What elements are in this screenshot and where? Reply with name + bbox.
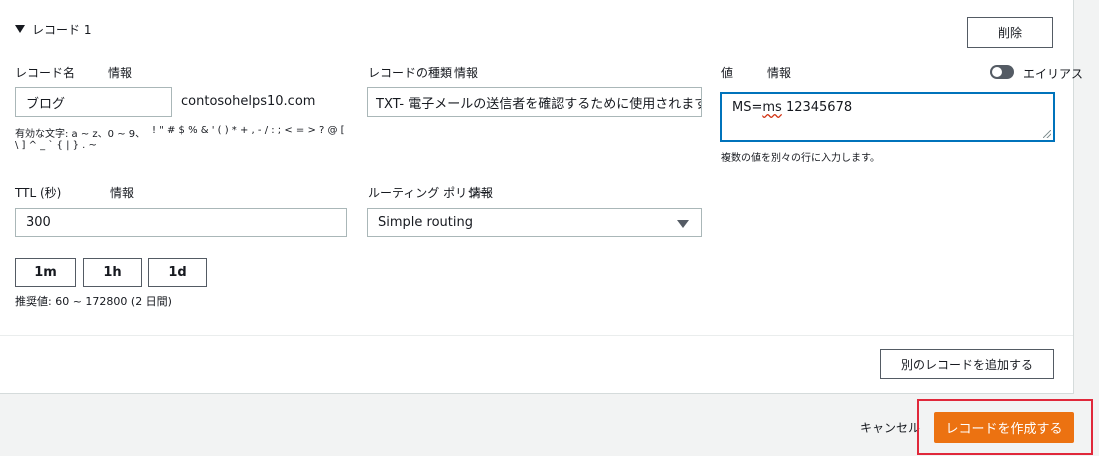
routing-policy-value: Simple routing [378, 215, 473, 230]
ttl-input[interactable]: 300 [15, 208, 347, 237]
ttl-1m-button[interactable]: 1m [15, 258, 76, 287]
collapse-caret-icon[interactable] [15, 25, 25, 33]
value-textarea[interactable]: MS=ms 12345678 [720, 92, 1055, 142]
ttl-recommended: 推奨値: 60 ~ 172800 (2 日間) [15, 295, 172, 308]
alias-toggle[interactable] [990, 65, 1014, 79]
record-name-info-link[interactable]: 情報 [108, 64, 132, 81]
record-name-hint-chars: ! " # $ % & ' ( ) * + , - / : ; < = > ? … [152, 125, 345, 136]
ttl-label: TTL (秒) [15, 186, 62, 200]
toggle-knob-icon [992, 67, 1002, 77]
ttl-1d-button[interactable]: 1d [148, 258, 207, 287]
value-text-rest: 12345678 [781, 100, 853, 115]
alias-label: エイリアス [1023, 67, 1084, 81]
routing-policy-select[interactable]: Simple routing [367, 208, 702, 237]
record-name-input[interactable]: ブログ [15, 87, 172, 117]
section-divider [0, 335, 1073, 336]
ttl-info-link[interactable]: 情報 [110, 184, 134, 201]
record-name-label: レコード名 [15, 66, 76, 80]
ttl-1h-button[interactable]: 1h [83, 258, 142, 287]
add-another-record-button[interactable]: 別のレコードを追加する [880, 349, 1054, 379]
cancel-button[interactable]: キャンセル [860, 419, 920, 436]
value-text-misspelled: ms [762, 100, 782, 115]
record-name-hint-line2: \ ] ^ _ ` { | } . ~ [15, 140, 97, 151]
record-name-hint-line1: 有効な文字: a ~ z、0 ~ 9、 [15, 129, 146, 140]
section-title[interactable]: レコード 1 [32, 21, 91, 38]
value-hint: 複数の値を別々の行に入力します。 [721, 153, 880, 164]
caret-down-icon [677, 220, 689, 228]
value-text-prefix: MS= [732, 100, 763, 115]
record-type-label: レコードの種類 [368, 66, 453, 80]
resize-handle-icon[interactable] [1043, 130, 1051, 138]
record-type-select[interactable]: TXT- 電子メールの送信者を確認するために使用されます。 [367, 87, 702, 117]
record-type-info-link[interactable]: 情報 [454, 64, 478, 81]
value-label: 値 [721, 66, 734, 80]
domain-suffix: contosohelps10.com [181, 94, 316, 109]
record-panel: レコード 1 削除 レコード名 情報 ブログ contosohelps10.co… [0, 0, 1083, 394]
delete-button[interactable]: 削除 [967, 17, 1053, 48]
value-info-link[interactable]: 情報 [767, 64, 791, 81]
highlight-box [917, 399, 1093, 455]
routing-policy-info-link[interactable]: 情報 [469, 184, 493, 201]
